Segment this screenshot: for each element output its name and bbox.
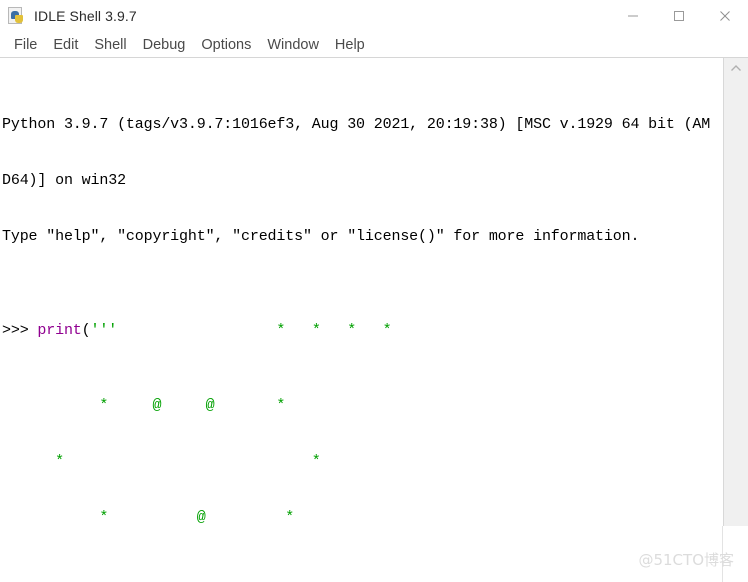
menu-item-options[interactable]: Options <box>193 37 259 53</box>
minimize-button[interactable] <box>610 0 656 32</box>
prompt: >>> <box>2 321 38 339</box>
python-file-icon <box>8 7 26 25</box>
title-bar: IDLE Shell 3.9.7 <box>0 0 748 32</box>
menu-item-edit[interactable]: Edit <box>45 37 86 53</box>
menu-bar: File Edit Shell Debug Options Window Hel… <box>0 32 748 58</box>
menu-item-file[interactable]: File <box>6 37 45 53</box>
scrollbar-thumb[interactable] <box>724 78 748 526</box>
minimize-icon <box>628 15 638 17</box>
open-paren: ( <box>81 321 91 339</box>
console-output: Python 3.9.7 (tags/v3.9.7:1016ef3, Aug 3… <box>2 60 723 526</box>
chevron-up-icon <box>731 64 741 71</box>
vertical-scrollbar[interactable] <box>723 58 748 526</box>
banner-line-3: Type "help", "copyright", "credits" or "… <box>2 228 640 246</box>
window-title: IDLE Shell 3.9.7 <box>34 8 137 24</box>
menu-item-debug[interactable]: Debug <box>135 37 194 53</box>
scroll-up-button[interactable] <box>724 58 748 78</box>
banner-line-1: Python 3.9.7 (tags/v3.9.7:1016ef3, Aug 3… <box>2 116 711 134</box>
maximize-icon <box>674 11 684 21</box>
source-art-row-1: * @ @ * <box>2 396 286 414</box>
source-art-row-2: * * <box>2 452 321 470</box>
idle-shell-window: IDLE Shell 3.9.7 File Edit Shell Debug O… <box>0 0 748 582</box>
watermark-label: @51CTO博客 <box>638 551 734 569</box>
window-controls <box>610 0 748 32</box>
shell-body: Python 3.9.7 (tags/v3.9.7:1016ef3, Aug 3… <box>0 58 748 526</box>
close-button[interactable] <box>702 0 748 32</box>
source-art-row-0: * * * * <box>117 321 392 339</box>
close-icon <box>720 11 730 21</box>
shell-text-area[interactable]: Python 3.9.7 (tags/v3.9.7:1016ef3, Aug 3… <box>0 58 723 526</box>
banner-line-2: D64)] on win32 <box>2 172 126 190</box>
command-line: >>> print(''' * * * * <box>2 322 723 341</box>
menu-item-window[interactable]: Window <box>259 37 327 53</box>
print-keyword: print <box>37 321 82 339</box>
maximize-button[interactable] <box>656 0 702 32</box>
source-art-row-3: * @ * <box>2 508 295 526</box>
menu-item-shell[interactable]: Shell <box>86 37 134 53</box>
menu-item-help[interactable]: Help <box>327 37 373 53</box>
scrollbar-track[interactable] <box>724 78 748 526</box>
triple-quote-open: ''' <box>90 321 118 339</box>
bottom-strip: @51CTO博客 <box>0 526 748 582</box>
